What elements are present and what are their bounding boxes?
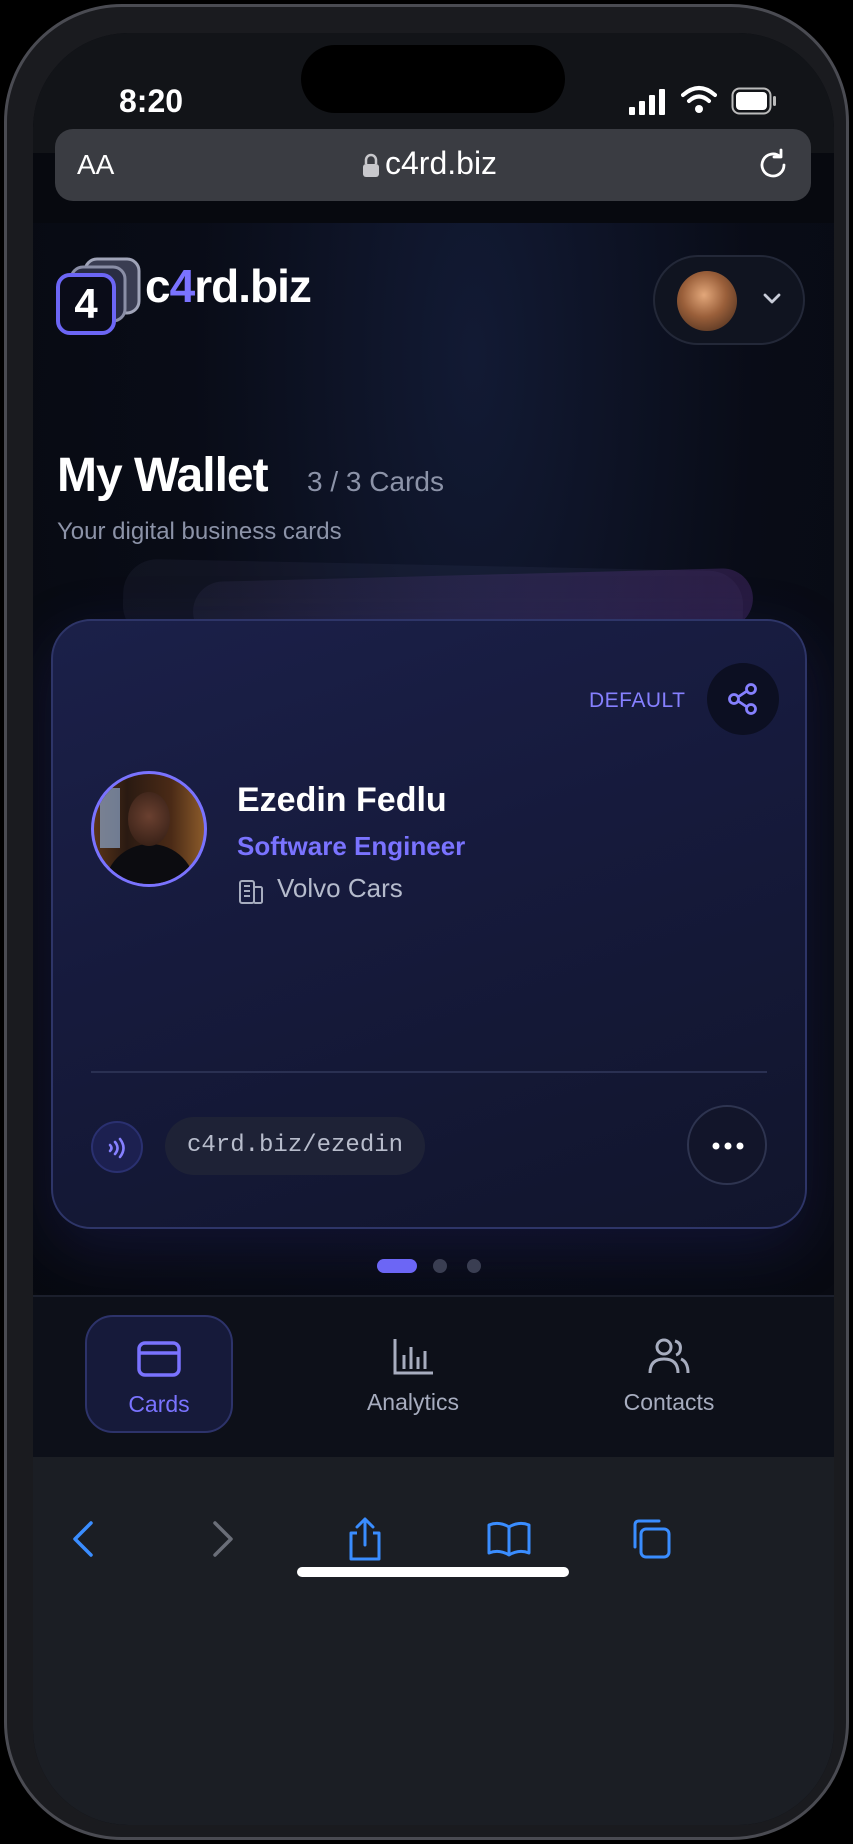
card-count: 3 / 3 Cards: [307, 466, 444, 497]
brand-highlight: 4: [169, 260, 196, 312]
status-time: 8:20: [119, 83, 184, 119]
card-icon: [137, 1341, 181, 1377]
bar-chart-icon: [393, 1339, 433, 1375]
tabs-icon[interactable]: [629, 1517, 673, 1561]
bookmarks-icon[interactable]: [487, 1517, 531, 1561]
nav-contacts-label: Contacts: [623, 1389, 715, 1415]
nfc-icon: [108, 1137, 125, 1159]
business-card[interactable]: DEFAULT Ezedin Fedlu Software Engineer V…: [51, 619, 807, 1229]
account-menu-button[interactable]: [653, 255, 805, 345]
chevron-down-icon: [763, 293, 781, 304]
forward-icon[interactable]: [199, 1517, 243, 1561]
logo-digit: 4: [74, 280, 98, 327]
nav-analytics-label: Analytics: [366, 1389, 460, 1415]
nav-analytics[interactable]: Analytics: [339, 1315, 487, 1433]
dynamic-island: [301, 45, 565, 113]
card-role: Software Engineer: [237, 831, 466, 861]
page-dot-active[interactable]: [377, 1259, 417, 1273]
screen: 8:20 AA c4rd.biz 4 c4rd.biz My Wallet 3 …: [33, 33, 834, 1825]
nfc-button[interactable]: [91, 1121, 143, 1173]
back-icon[interactable]: [63, 1517, 107, 1561]
page-dot[interactable]: [433, 1259, 447, 1273]
brand-prefix: c: [145, 260, 171, 312]
brand-suffix: rd.biz: [194, 260, 312, 312]
page-subtitle: Your digital business cards: [57, 518, 342, 545]
card-link[interactable]: c4rd.biz/ezedin: [165, 1117, 425, 1175]
more-options-button[interactable]: [687, 1105, 767, 1185]
reload-icon[interactable]: [755, 147, 791, 183]
battery-icon: [731, 87, 776, 115]
users-icon: [648, 1338, 690, 1374]
share-sheet-icon[interactable]: [343, 1517, 387, 1561]
building-icon: [239, 880, 263, 904]
share-button[interactable]: [707, 663, 779, 735]
text-size-button[interactable]: AA: [77, 149, 114, 181]
page-title: My Wallet: [57, 449, 269, 502]
page-dot[interactable]: [467, 1259, 481, 1273]
nav-cards[interactable]: Cards: [85, 1315, 233, 1433]
default-badge: DEFAULT: [589, 689, 686, 712]
address-bar[interactable]: AA c4rd.biz: [55, 129, 811, 201]
profile-photo: [91, 771, 207, 887]
card-name: Ezedin Fedlu: [237, 781, 447, 819]
card-company: Volvo Cars: [277, 873, 403, 903]
status-bar: 8:20 AA c4rd.biz: [33, 33, 834, 201]
bottom-nav: Cards Analytics Contacts: [33, 1295, 834, 1457]
wifi-icon: [681, 86, 717, 113]
nav-cards-label: Cards: [128, 1391, 190, 1417]
brand-name: c4rd.biz: [145, 259, 312, 313]
share-icon: [728, 683, 757, 715]
home-indicator[interactable]: [297, 1567, 569, 1577]
browser-toolbar: [33, 1457, 834, 1825]
more-icon: [712, 1142, 744, 1150]
card-link-text: c4rd.biz/ezedin: [187, 1132, 404, 1159]
url-domain: c4rd.biz: [385, 145, 498, 181]
card-divider: [91, 1071, 767, 1073]
nav-contacts[interactable]: Contacts: [595, 1315, 743, 1433]
signal-icon: [629, 89, 665, 115]
avatar: [677, 271, 737, 331]
lock-icon: [363, 153, 379, 177]
phone-frame: 8:20 AA c4rd.biz 4 c4rd.biz My Wallet 3 …: [4, 4, 849, 1840]
